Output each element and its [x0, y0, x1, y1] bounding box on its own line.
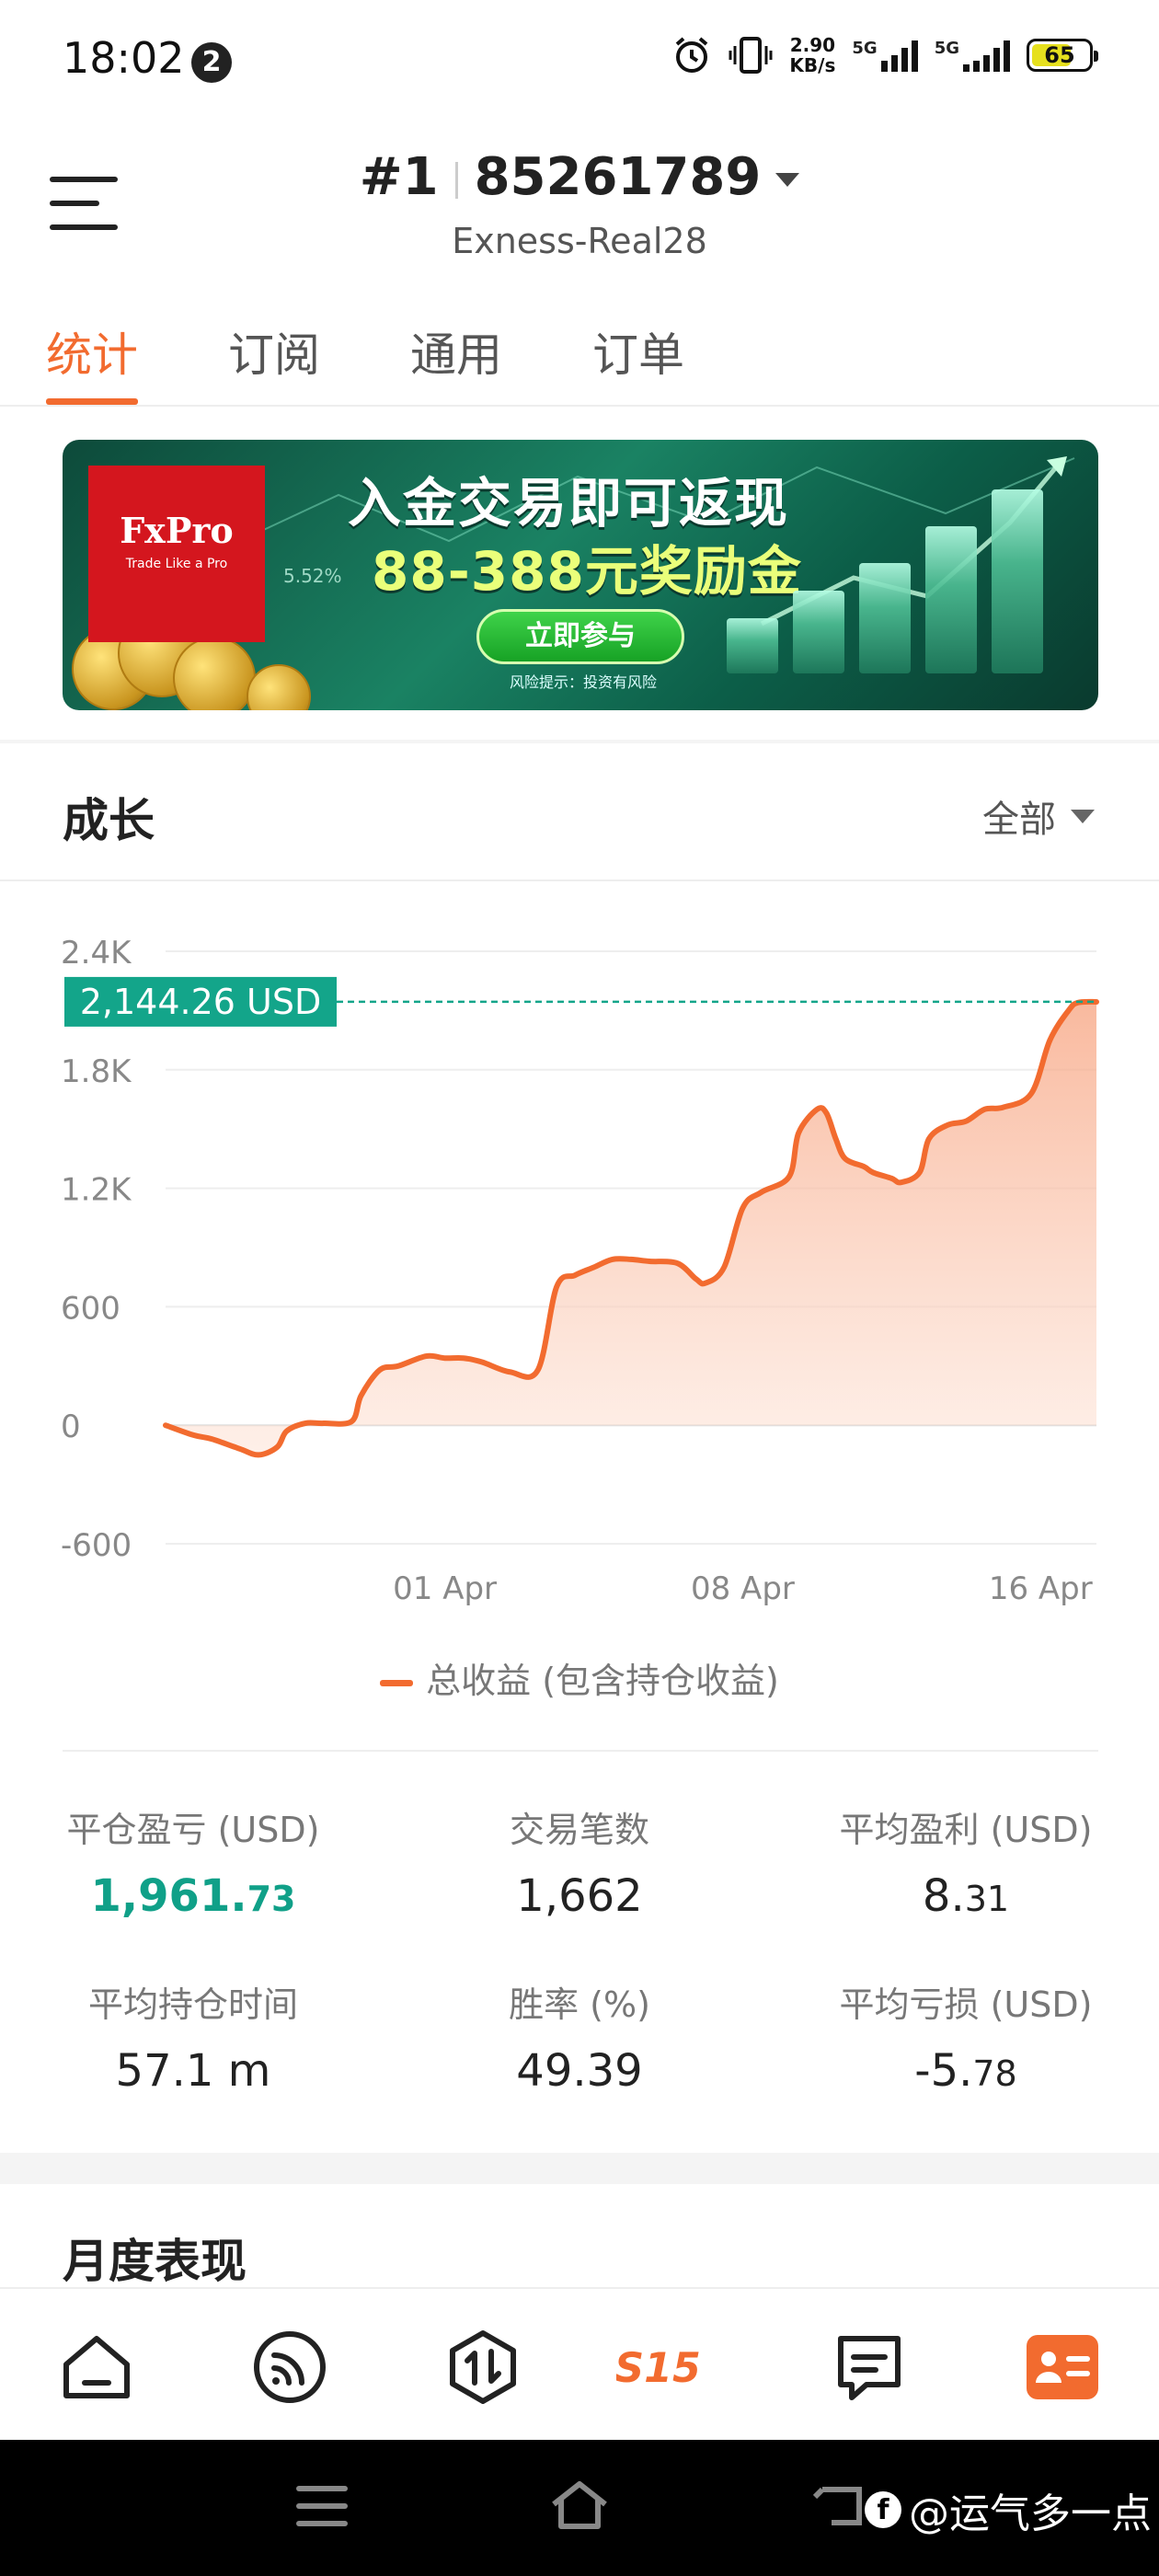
y-tick-label: 2.4K [61, 935, 132, 972]
x-tick-label: 01 Apr [393, 1570, 497, 1607]
chart-legend: 总收益 (包含持仓收益) [0, 1652, 1159, 1703]
profile-card-icon[interactable] [1021, 2326, 1104, 2409]
current-value-label: 2,144.26 USD [80, 982, 322, 1022]
svg-text:S15: S15 [616, 2345, 699, 2392]
x-tick-label: 16 Apr [989, 1570, 1093, 1607]
signal-bars-icon [880, 39, 918, 72]
range-selector-label: 全部 [982, 799, 1056, 841]
status-time: 18:02 [63, 33, 185, 83]
account-server: Exness-Real28 [452, 221, 707, 261]
watermark: f @运气多一点 [865, 2480, 1152, 2539]
growth-title: 成长 [63, 794, 155, 847]
range-selector[interactable]: 全部 [982, 789, 1095, 843]
fxpro-logo: FxPro Trade Like a Pro [88, 466, 265, 642]
vibrate-icon [729, 37, 773, 74]
banner-side-value: 5.52% [283, 565, 342, 587]
y-tick-label: -600 [61, 1527, 132, 1564]
system-home-icon[interactable] [548, 2480, 611, 2532]
stat-avg-loss: 平均亏损 (USD) -5.78 [839, 1984, 1093, 2097]
y-tick-label: 0 [61, 1409, 81, 1445]
notification-count-badge: 2 [191, 42, 232, 83]
tab-statistics[interactable]: 统计 [46, 313, 138, 405]
network-speed: 2.90 KB/s [789, 34, 836, 76]
tab-bar: 统计 订阅 通用 订单 [46, 313, 684, 405]
legend-label: 总收益 (包含持仓收益) [426, 1661, 779, 1701]
banner-risk-note: 风险提示：投资有风险 [510, 673, 658, 691]
dropdown-caret-icon [1071, 809, 1095, 823]
sim2-signal: 5G [935, 39, 1010, 72]
facebook-icon: f [865, 2491, 901, 2528]
stat-avg-hold-time: 平均持仓时间 57.1 m [87, 1984, 298, 2097]
status-indicators: 2.90 KB/s 5G 5G 65 [671, 34, 1098, 76]
divider [0, 405, 1159, 407]
stat-win-rate: 胜率 (%) 49.39 [509, 1984, 650, 2097]
feed-icon[interactable] [248, 2326, 331, 2409]
bottom-nav: S15 [0, 2287, 1159, 2440]
stat-closed-pnl: 平仓盈亏 (USD) 1,961.73 [66, 1810, 320, 1922]
account-selector[interactable]: #1 85261789 [0, 147, 1159, 207]
divider [0, 880, 1159, 881]
system-back-icon[interactable] [813, 2480, 868, 2532]
account-number: 85261789 [474, 147, 762, 207]
y-tick-label: 1.2K [61, 1172, 132, 1209]
section-gap [0, 2153, 1159, 2184]
tab-orders[interactable]: 订单 [592, 313, 684, 405]
battery-icon: 65 [1027, 39, 1098, 72]
watermark-text: @运气多一点 [909, 2490, 1152, 2537]
signal-bars-icon [963, 39, 1010, 72]
dropdown-caret-icon [775, 173, 800, 188]
home-icon[interactable] [55, 2326, 138, 2409]
trade-icon[interactable] [442, 2326, 524, 2409]
sim1-signal: 5G [852, 39, 918, 72]
banner-headline: 入金交易即可返现 [348, 472, 790, 535]
account-rank: #1 [359, 147, 439, 207]
promo-banner[interactable]: FxPro Trade Like a Pro 5.52% 入金交易即可返现 88… [63, 440, 1098, 710]
y-tick-label: 600 [61, 1290, 120, 1327]
status-bar: 18:02 2 2.90 KB/s 5G 5G 65 [0, 0, 1159, 120]
tab-subscribe[interactable]: 订阅 [228, 313, 320, 405]
alarm-icon [676, 37, 708, 73]
chat-icon[interactable] [828, 2326, 911, 2409]
banner-cta-button[interactable]: 立即参与 [476, 609, 684, 664]
s15-logo-icon[interactable]: S15 [614, 2326, 736, 2409]
growth-chart[interactable]: 2.4K 1.8K 1.2K 600 0 -600 01 Apr 08 Apr 16 Apr 2… [0, 920, 1159, 1619]
stat-trade-count: 交易笔数 1,662 [509, 1810, 649, 1922]
divider [63, 1750, 1098, 1752]
legend-swatch [380, 1680, 414, 1686]
y-tick-label: 1.8K [61, 1053, 132, 1090]
tab-general[interactable]: 通用 [410, 313, 502, 405]
monthly-performance-title: 月度表现 [63, 2235, 247, 2288]
stat-avg-profit: 平均盈利 (USD) 8.31 [839, 1810, 1093, 1922]
x-tick-label: 08 Apr [691, 1570, 795, 1607]
recent-apps-icon[interactable] [296, 2486, 348, 2526]
section-gap [0, 740, 1159, 743]
bars-illustration [727, 489, 1043, 673]
